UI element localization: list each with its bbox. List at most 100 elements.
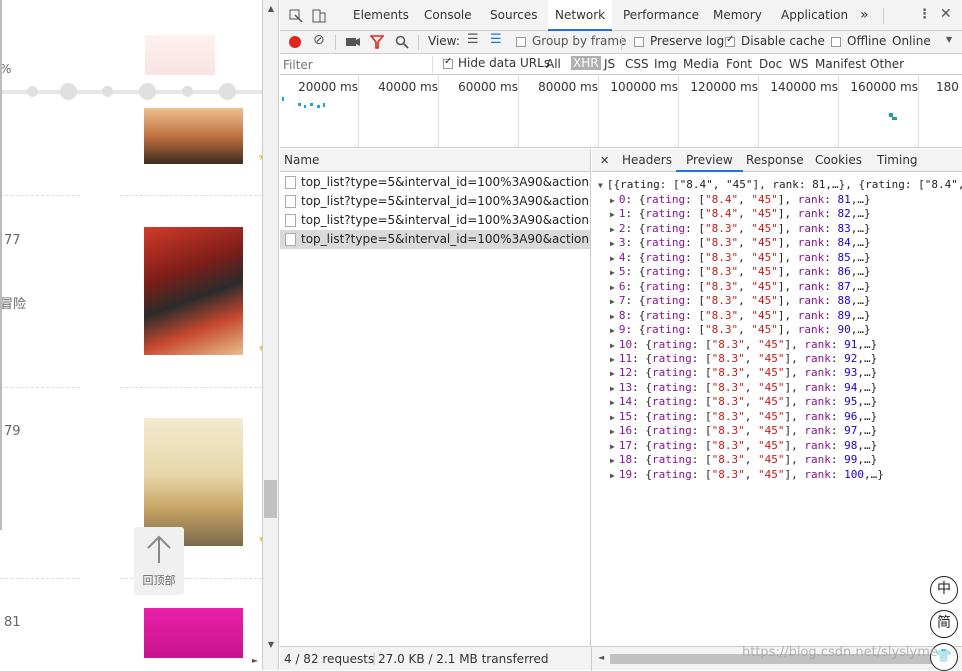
json-array-item[interactable]: ▶ 6: {rating: ["8.3", "45"], rank: 87,…} <box>610 280 871 293</box>
json-array-item[interactable]: ▶ 18: {rating: ["8.3", "45"], rank: 99,…} <box>610 453 877 466</box>
movie-poster[interactable] <box>144 108 243 164</box>
filter-type-manifest[interactable]: Manifest <box>815 57 866 71</box>
timeline-marker <box>310 103 313 106</box>
request-row[interactable]: top_list?type=5&interval_id=100%3A90&act… <box>280 173 590 192</box>
scroll-right-icon[interactable]: ► <box>249 656 261 665</box>
filter-type-css[interactable]: CSS <box>625 57 649 71</box>
close-detail-icon[interactable]: ✕ <box>600 149 609 172</box>
tab-network[interactable]: Network <box>548 0 613 31</box>
carousel-dot[interactable] <box>182 86 193 97</box>
divider <box>120 195 262 196</box>
filter-type-doc[interactable]: Doc <box>759 57 782 71</box>
json-array-item[interactable]: ▶ 2: {rating: ["8.3", "45"], rank: 83,…} <box>610 222 871 235</box>
movie-poster[interactable] <box>144 608 243 658</box>
filter-type-other[interactable]: Other <box>870 57 904 71</box>
filter-type-media[interactable]: Media <box>683 57 719 71</box>
more-tabs-icon[interactable]: » <box>860 0 869 31</box>
json-punct: , <box>738 221 752 235</box>
json-punct: , <box>738 207 752 221</box>
carousel-dot[interactable] <box>27 86 38 97</box>
preserve-log-checkbox[interactable] <box>634 37 644 47</box>
detail-tabbar: ✕ Headers Preview Response Cookies Timin… <box>592 149 962 172</box>
json-array-item[interactable]: ▶ 7: {rating: ["8.3", "45"], rank: 88,…} <box>610 294 871 307</box>
throttle-select[interactable]: Online <box>892 34 931 48</box>
search-icon[interactable] <box>395 35 409 49</box>
request-row[interactable]: top_list?type=5&interval_id=100%3A90&act… <box>280 211 590 230</box>
json-root[interactable]: ▼ [{rating: ["8.4", "45"], rank: 81,…}, {… <box>598 178 962 191</box>
json-array-item[interactable]: ▶ 15: {rating: ["8.3", "45"], rank: 96,…} <box>610 410 877 423</box>
screenshot-icon[interactable] <box>346 36 360 48</box>
scroll-left-icon[interactable]: ◄ <box>598 653 604 662</box>
page-scrollbar[interactable] <box>263 0 279 670</box>
scroll-up-icon[interactable]: ▲ <box>265 4 277 13</box>
chevron-down-icon[interactable]: ▼ <box>946 35 952 44</box>
movie-poster[interactable] <box>144 227 243 355</box>
json-array-item[interactable]: ▶ 13: {rating: ["8.3", "45"], rank: 94,…} <box>610 381 877 394</box>
lang-simplified-button[interactable]: 简 <box>930 610 958 638</box>
clear-icon[interactable]: ⊘ <box>313 32 325 48</box>
waterfall-view-icon[interactable]: ☰ <box>490 32 502 47</box>
tab-cookies[interactable]: Cookies <box>815 149 862 172</box>
filter-type-all[interactable]: All <box>546 57 561 71</box>
tab-headers[interactable]: Headers <box>622 149 672 172</box>
json-array-item[interactable]: ▶ 12: {rating: ["8.3", "45"], rank: 93,…} <box>610 366 877 379</box>
json-array-item[interactable]: ▶ 8: {rating: ["8.3", "45"], rank: 89,…} <box>610 309 871 322</box>
scroll-down-icon[interactable]: ▼ <box>265 640 277 649</box>
carousel-dot[interactable] <box>139 83 156 100</box>
disable-cache-checkbox[interactable] <box>725 34 735 47</box>
json-punct: : <box>830 424 845 438</box>
record-icon[interactable] <box>289 36 301 48</box>
filter-icon[interactable] <box>370 35 384 49</box>
name-column-header[interactable]: Name <box>280 149 590 172</box>
json-array-item[interactable]: ▶ 9: {rating: ["8.3", "45"], rank: 90,…} <box>610 323 871 336</box>
inspect-element-icon[interactable] <box>289 9 303 23</box>
page-scrollbar-thumb[interactable] <box>264 480 277 518</box>
filter-input[interactable] <box>283 56 433 73</box>
list-view-icon[interactable]: ☰ <box>467 32 479 47</box>
carousel-dot[interactable] <box>60 83 77 100</box>
json-array-item[interactable]: ▶ 16: {rating: ["8.3", "45"], rank: 97,…} <box>610 424 877 437</box>
json-array-item[interactable]: ▶ 10: {rating: ["8.3", "45"], rank: 91,…} <box>610 338 877 351</box>
hide-data-urls-checkbox[interactable] <box>443 56 453 69</box>
back-to-top-button[interactable]: 回顶部 <box>134 527 184 595</box>
json-array-item[interactable]: ▶ 11: {rating: ["8.3", "45"], rank: 92,…} <box>610 352 877 365</box>
tab-memory[interactable]: Memory <box>713 0 762 31</box>
json-punct: , <box>744 395 758 409</box>
expand-arrow-icon: ▶ <box>610 427 615 437</box>
group-by-frame-label: Group by frame <box>532 34 627 48</box>
tab-sources[interactable]: Sources <box>490 0 537 31</box>
tab-performance[interactable]: Performance <box>623 0 699 31</box>
tab-response[interactable]: Response <box>746 149 804 172</box>
group-by-frame-checkbox[interactable] <box>516 37 526 47</box>
json-array-item[interactable]: ▶ 0: {rating: ["8.4", "45"], rank: 81,…} <box>610 193 871 206</box>
json-array-item[interactable]: ▶ 19: {rating: ["8.3", "45"], rank: 100,…… <box>610 468 884 481</box>
json-array-item[interactable]: ▶ 1: {rating: ["8.4", "45"], rank: 82,…} <box>610 207 871 220</box>
filter-type-js[interactable]: JS <box>604 57 615 71</box>
filter-type-xhr[interactable]: XHR <box>571 56 601 70</box>
json-punct: , <box>738 250 752 264</box>
json-array-item[interactable]: ▶ 5: {rating: ["8.3", "45"], rank: 86,…} <box>610 265 871 278</box>
request-row-selected[interactable]: top_list?type=5&interval_id=100%3A90&act… <box>280 230 590 249</box>
filter-type-img[interactable]: Img <box>654 57 677 71</box>
json-array-item[interactable]: ▶ 4: {rating: ["8.3", "45"], rank: 85,…} <box>610 251 871 264</box>
more-options-icon[interactable]: ⋮ <box>918 7 931 22</box>
timeline-overview[interactable]: 20000 ms 40000 ms 60000 ms 80000 ms 1000… <box>280 75 962 148</box>
tab-elements[interactable]: Elements <box>353 0 409 31</box>
json-array-item[interactable]: ▶ 17: {rating: ["8.3", "45"], rank: 98,…} <box>610 439 877 452</box>
carousel-dot[interactable] <box>219 83 236 100</box>
device-toolbar-icon[interactable] <box>312 9 326 23</box>
request-row[interactable]: top_list?type=5&interval_id=100%3A90&act… <box>280 192 590 211</box>
lang-chinese-button[interactable]: 中 <box>930 576 958 604</box>
filter-type-font[interactable]: Font <box>726 57 752 71</box>
offline-checkbox[interactable] <box>831 37 841 47</box>
tab-application[interactable]: Application <box>781 0 848 31</box>
tab-timing[interactable]: Timing <box>877 149 918 172</box>
close-icon[interactable]: ✕ <box>940 6 952 22</box>
json-array-item[interactable]: ▶ 3: {rating: ["8.3", "45"], rank: 84,…} <box>610 236 871 249</box>
filter-type-ws[interactable]: WS <box>789 57 808 71</box>
json-rank: 81 <box>837 193 851 206</box>
json-array-item[interactable]: ▶ 14: {rating: ["8.3", "45"], rank: 95,…} <box>610 395 877 408</box>
carousel-dot[interactable] <box>102 86 113 97</box>
tab-preview[interactable]: Preview <box>676 149 743 172</box>
tab-console[interactable]: Console <box>424 0 472 31</box>
